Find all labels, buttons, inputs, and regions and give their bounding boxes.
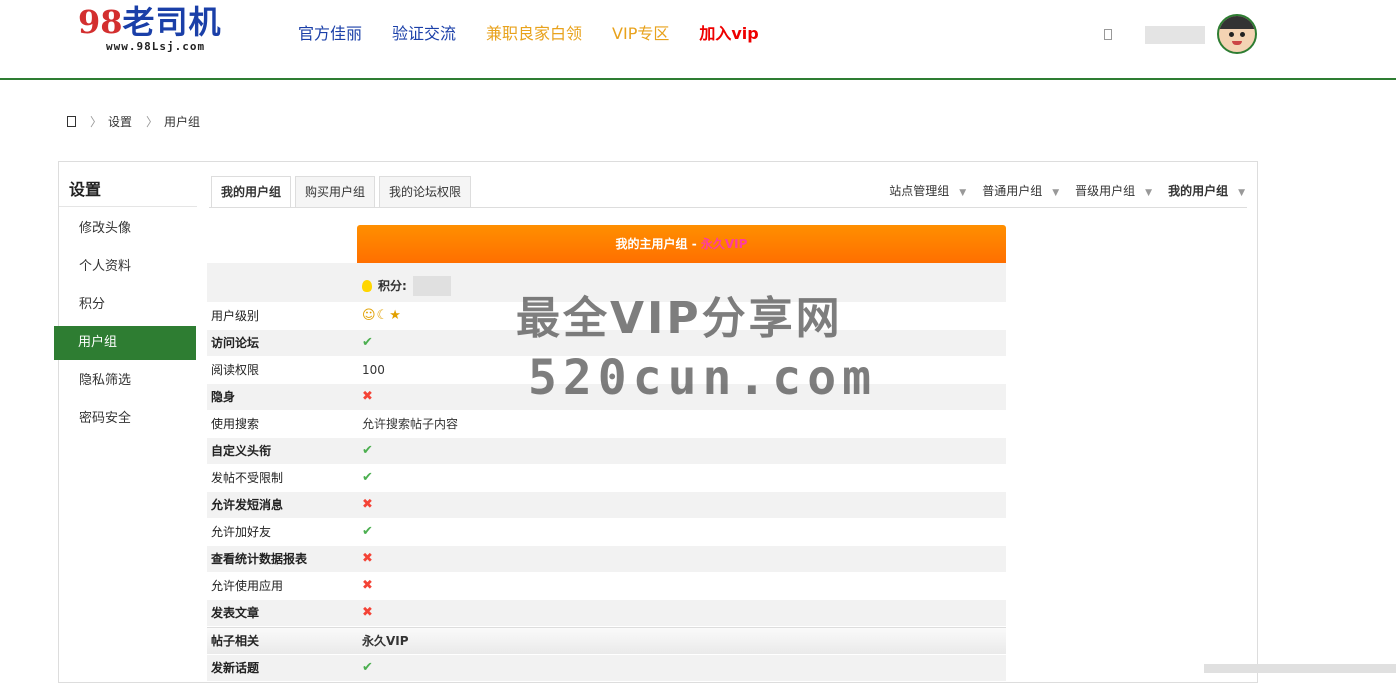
caret-down-icon: ▼	[1052, 188, 1060, 198]
site-header: 98老司机 www.98Lsj.com 官方佳丽 验证交流 兼职良家白领 VIP…	[0, 0, 1396, 80]
table-row: 允许加好友 ✔	[207, 519, 1006, 546]
cross-icon: ✖	[362, 605, 373, 620]
row-value: ✔	[357, 519, 1006, 545]
row-label: 发帖不受限制	[211, 471, 284, 485]
breadcrumb-settings[interactable]: 设置	[108, 113, 132, 130]
watermark-line2: 520cun.com	[528, 350, 877, 406]
row-label: 使用搜索	[211, 417, 260, 431]
score-value-blurred	[412, 275, 451, 296]
caret-down-icon: ▼	[1145, 188, 1153, 198]
divider	[209, 207, 1247, 208]
site-logo[interactable]: 98老司机 www.98Lsj.com	[78, 2, 248, 58]
chevron-right-icon: 〉	[146, 114, 159, 129]
nav-parttime[interactable]: 兼职良家白领	[486, 22, 582, 46]
check-icon: ✔	[362, 443, 373, 458]
nav-join-vip[interactable]: 加入vip	[699, 22, 758, 46]
row-value: ✔	[357, 655, 1006, 681]
sidebar-title: 设置	[69, 180, 102, 199]
tab-normal-group[interactable]: 普通用户组 ▼	[982, 182, 1059, 199]
row-label: 发表文章	[207, 600, 357, 626]
tab-buy-group[interactable]: 购买用户组	[295, 176, 376, 207]
group-header: 我的主用户组 - 永久VIP	[357, 225, 1006, 263]
row-label: 阅读权限	[211, 363, 260, 377]
caret-down-icon: ▼	[1238, 188, 1245, 198]
logo-text: 老司机	[122, 3, 222, 41]
settings-panel: 设置 修改头像 个人资料 积分 用户组 隐私筛选 密码安全 我的用户组 购买用户…	[54, 161, 1258, 683]
tab-promotion-group[interactable]: 晋级用户组 ▼	[1075, 182, 1152, 199]
row-label: 隐身	[207, 384, 357, 410]
row-value: 允许搜索帖子内容	[362, 417, 459, 431]
group-type-tabs: 站点管理组 ▼ 普通用户组 ▼ 晋级用户组 ▼ 我的用户组 ▼	[873, 182, 1245, 199]
main-nav: 官方佳丽 验证交流 兼职良家白领 VIP专区 加入vip	[298, 22, 789, 46]
row-label: 发新话题	[207, 655, 357, 681]
row-value: ✔	[357, 465, 1006, 491]
table-row: 查看统计数据报表 ✖	[207, 546, 1006, 573]
tab-admin-group[interactable]: 站点管理组 ▼	[889, 182, 966, 199]
chevron-right-icon: 〉	[90, 114, 103, 129]
breadcrumb-usergroup: 用户组	[164, 114, 201, 129]
breadcrumb: 〉 设置 〉 用户组	[67, 112, 200, 130]
row-value: ✔	[357, 438, 1006, 464]
row-label: 允许使用应用	[211, 579, 284, 593]
notification-icon[interactable]	[1104, 29, 1112, 40]
tab-my-group[interactable]: 我的用户组	[211, 176, 292, 208]
logo-url: www.98Lsj.com	[106, 40, 206, 53]
caret-down-icon: ▼	[959, 188, 967, 198]
tab-my-group-right[interactable]: 我的用户组 ▼	[1168, 182, 1245, 199]
check-icon: ✔	[362, 470, 373, 485]
row-value: 永久VIP	[362, 634, 409, 648]
watermark-line1: 最全VIP分享网	[516, 293, 843, 344]
divider	[59, 206, 197, 207]
row-label: 允许发短消息	[207, 492, 357, 518]
row-label: 查看统计数据报表	[207, 546, 357, 572]
table-row: 使用搜索 允许搜索帖子内容	[207, 411, 1006, 438]
group-name: 永久VIP	[700, 237, 748, 251]
cross-icon: ✖	[362, 551, 373, 566]
row-value: ✖	[357, 573, 1006, 599]
tab-forum-permissions[interactable]: 我的论坛权限	[379, 176, 472, 207]
cross-icon: ✖	[362, 497, 373, 512]
table-row: 发新话题 ✔	[207, 655, 1006, 682]
sidebar-item-security[interactable]: 密码安全	[59, 402, 197, 436]
table-row: 允许使用应用 ✖	[207, 573, 1006, 600]
row-label: 允许加好友	[211, 525, 272, 539]
logo-number: 98	[78, 3, 123, 41]
username-blurred[interactable]	[1145, 26, 1205, 44]
row-label: 访问论坛	[207, 330, 357, 356]
user-avatar[interactable]	[1217, 14, 1257, 54]
row-label: 帖子相关	[211, 634, 260, 648]
score-label: 积分:	[378, 278, 407, 293]
bulb-icon	[362, 279, 372, 292]
cross-icon: ✖	[362, 389, 373, 404]
sidebar-item-profile[interactable]: 个人资料	[59, 250, 197, 284]
row-value: ✖	[357, 492, 1006, 518]
table-row: 发表文章 ✖	[207, 600, 1006, 627]
check-icon: ✔	[362, 660, 373, 675]
sidebar-item-usergroup[interactable]: 用户组	[54, 326, 196, 360]
scrollbar[interactable]	[1204, 664, 1396, 673]
nav-vip-zone[interactable]: VIP专区	[612, 22, 669, 46]
sidebar-item-avatar[interactable]: 修改头像	[59, 212, 197, 246]
row-value: ✖	[357, 600, 1006, 626]
sidebar-item-privacy[interactable]: 隐私筛选	[59, 364, 197, 398]
nav-official[interactable]: 官方佳丽	[298, 22, 362, 46]
check-icon: ✔	[362, 524, 373, 539]
table-row: 帖子相关 永久VIP	[207, 627, 1006, 655]
home-icon[interactable]	[67, 115, 76, 127]
level-icons: ☺☾★	[362, 308, 402, 323]
row-label: 用户级别	[211, 309, 260, 323]
sidebar-item-credits[interactable]: 积分	[59, 288, 197, 322]
row-value: ✖	[357, 546, 1006, 572]
table-row: 允许发短消息 ✖	[207, 492, 1006, 519]
check-icon: ✔	[362, 335, 373, 350]
nav-verify[interactable]: 验证交流	[392, 22, 456, 46]
table-row: 发帖不受限制 ✔	[207, 465, 1006, 492]
cross-icon: ✖	[362, 578, 373, 593]
table-row: 自定义头衔 ✔	[207, 438, 1006, 465]
tab-bar: 我的用户组 购买用户组 我的论坛权限	[211, 176, 475, 208]
row-label: 自定义头衔	[207, 438, 357, 464]
